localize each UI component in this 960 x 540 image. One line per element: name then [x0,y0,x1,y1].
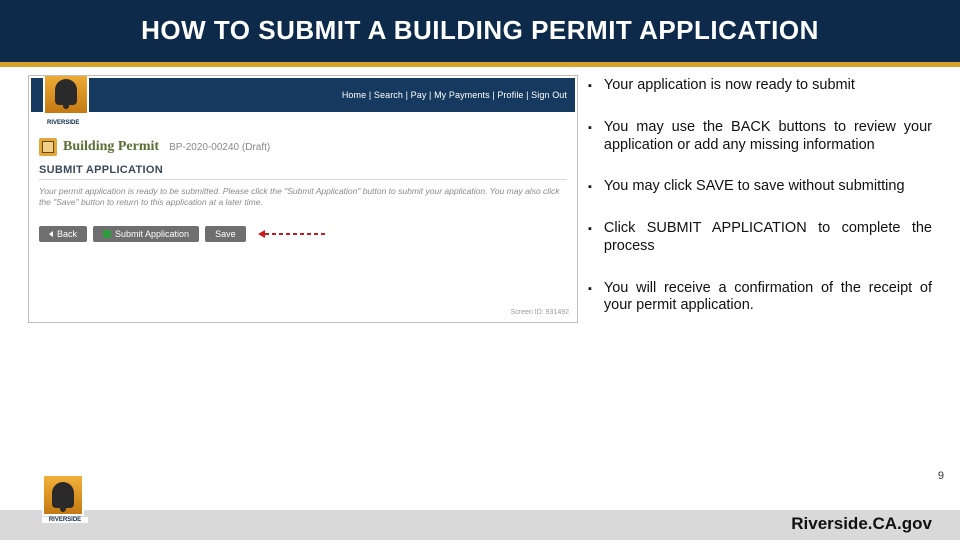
title-band: HOW TO SUBMIT A BUILDING PERMIT APPLICAT… [0,0,960,62]
content-area: Home | Search | Pay | My Payments | Prof… [28,75,932,480]
bullet-list: ▪ Your application is now ready to submit… [588,75,932,480]
back-label: Back [57,229,77,239]
footer-logo-label: RIVERSIDE [42,517,88,523]
permit-title: Building Permit [63,139,159,155]
page-number: 9 [938,470,944,482]
bullet-icon: ▪ [588,77,592,95]
bullet-icon: ▪ [588,280,592,315]
permit-heading-row: Building Permit BP-2020-00240 (Draft) [39,138,270,156]
riverside-logo-icon [43,75,89,115]
bullet-icon: ▪ [588,119,592,154]
callout-arrow-icon [258,230,325,238]
footer-url: Riverside.CA.gov [791,514,932,534]
list-item: ▪ Your application is now ready to submit [588,77,932,95]
accent-bar [0,62,960,67]
screen-id-label: Screen ID: 931492 [511,309,569,316]
bullet-text: You will receive a confirmation of the r… [604,280,932,315]
permit-number: BP-2020-00240 (Draft) [169,142,270,153]
list-item: ▪ You may click SAVE to save without subm… [588,178,932,196]
bell-icon [52,482,74,508]
slide: HOW TO SUBMIT A BUILDING PERMIT APPLICAT… [0,0,960,540]
section-heading: SUBMIT APPLICATION [39,164,163,176]
screenshot-panel: Home | Search | Pay | My Payments | Prof… [28,75,578,323]
bullet-icon: ▪ [588,178,592,196]
bullet-text: You may use the BACK buttons to review y… [604,119,932,154]
save-button[interactable]: Save [205,226,246,242]
arrow-left-icon [49,231,53,237]
flag-icon [103,230,111,238]
submit-label: Submit Application [115,229,189,239]
list-item: ▪ Click SUBMIT APPLICATION to complete th… [588,220,932,255]
slide-title: HOW TO SUBMIT A BUILDING PERMIT APPLICAT… [141,17,819,44]
section-rule [39,179,567,180]
list-item: ▪ You will receive a confirmation of the … [588,280,932,315]
footer-logo: RIVERSIDE [42,474,88,524]
list-item: ▪ You may use the BACK buttons to review … [588,119,932,154]
save-label: Save [215,229,236,239]
bullet-text: Click SUBMIT APPLICATION to complete the… [604,220,932,255]
bullet-text: You may click SAVE to save without submi… [604,178,932,196]
bullet-text: Your application is now ready to submit [604,77,932,95]
submit-application-button[interactable]: Submit Application [93,226,199,242]
bell-icon [55,79,77,105]
button-row: Back Submit Application Save [39,226,325,242]
section-instructions: Your permit application is ready to be s… [39,186,567,207]
nav-links[interactable]: Home | Search | Pay | My Payments | Prof… [342,90,567,100]
screenshot-navbar: Home | Search | Pay | My Payments | Prof… [31,78,575,112]
footer-logo-frame [42,474,84,516]
logo-city-label: RIVERSIDE [47,120,79,126]
permit-icon [39,138,57,156]
bullet-icon: ▪ [588,220,592,255]
back-button[interactable]: Back [39,226,87,242]
